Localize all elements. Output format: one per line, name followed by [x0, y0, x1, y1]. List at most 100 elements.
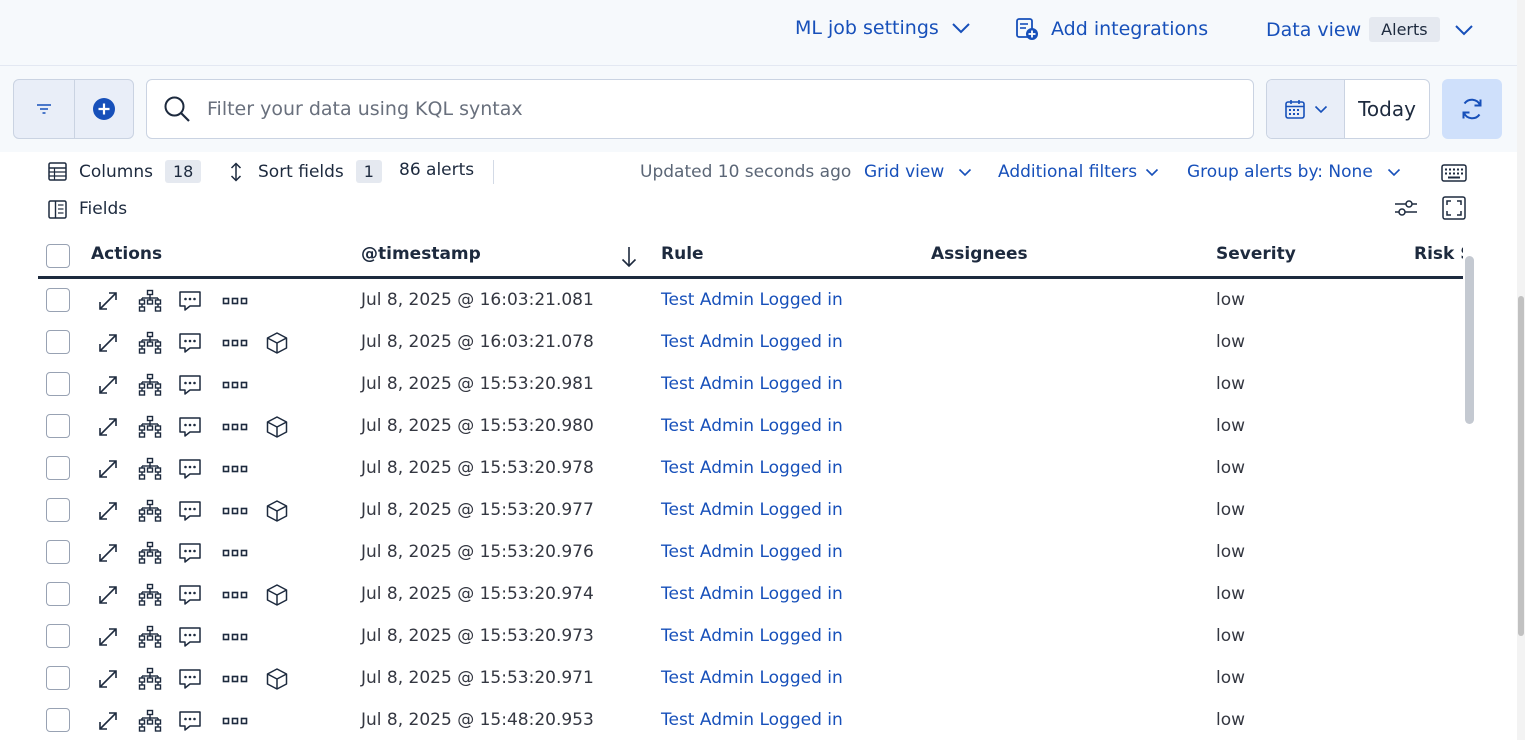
keyboard-shortcuts-button[interactable] [1441, 164, 1467, 182]
comment-icon[interactable] [175, 412, 205, 442]
comment-icon[interactable] [175, 622, 205, 652]
expand-icon[interactable] [93, 664, 123, 694]
rule-link[interactable]: Test Admin Logged in [661, 584, 843, 604]
row-select-checkbox[interactable] [46, 372, 70, 396]
rule-link[interactable]: Test Admin Logged in [661, 710, 843, 730]
column-header-assignees[interactable]: Assignees [931, 244, 1028, 264]
rule-link[interactable]: Test Admin Logged in [661, 458, 843, 478]
analyze-tree-icon[interactable] [135, 664, 165, 694]
table-row[interactable]: Jul 8, 2025 @ 15:53:20.973 Test Admin Log… [38, 616, 1463, 658]
expand-icon[interactable] [93, 538, 123, 568]
more-actions-icon[interactable] [220, 454, 250, 484]
table-row[interactable]: Jul 8, 2025 @ 15:53:20.978 Test Admin Log… [38, 448, 1463, 490]
analyze-tree-icon[interactable] [135, 286, 165, 316]
refresh-button[interactable] [1442, 79, 1502, 139]
expand-icon[interactable] [93, 622, 123, 652]
comment-icon[interactable] [175, 706, 205, 736]
comment-icon[interactable] [175, 370, 205, 400]
fields-button[interactable]: Fields [48, 199, 127, 219]
sort-fields-button[interactable]: Sort fields 1 [228, 160, 382, 183]
expand-icon[interactable] [93, 286, 123, 316]
columns-button[interactable]: Columns 18 [48, 160, 202, 183]
row-select-checkbox[interactable] [46, 456, 70, 480]
analyze-tree-icon[interactable] [135, 454, 165, 484]
expand-icon[interactable] [93, 454, 123, 484]
page-scrollbar-thumb[interactable] [1518, 296, 1524, 636]
comment-icon[interactable] [175, 664, 205, 694]
analyze-tree-icon[interactable] [135, 412, 165, 442]
page-scrollbar[interactable] [1517, 0, 1525, 740]
session-cube-icon[interactable] [262, 496, 292, 526]
ml-job-settings-button[interactable]: ML job settings [795, 17, 971, 39]
table-row[interactable]: Jul 8, 2025 @ 15:53:20.974 Test Admin Log… [38, 574, 1463, 616]
row-select-checkbox[interactable] [46, 540, 70, 564]
table-row[interactable]: Jul 8, 2025 @ 16:03:21.078 Test Admin Log… [38, 322, 1463, 364]
more-actions-icon[interactable] [220, 412, 250, 442]
column-header-risk-score[interactable]: Risk S [1414, 244, 1463, 264]
comment-icon[interactable] [175, 328, 205, 358]
row-select-checkbox[interactable] [46, 624, 70, 648]
analyze-tree-icon[interactable] [135, 496, 165, 526]
kql-search-input[interactable] [207, 98, 1187, 120]
analyze-tree-icon[interactable] [135, 328, 165, 358]
data-view-picker[interactable]: Data view Alerts [1266, 17, 1474, 42]
session-cube-icon[interactable] [262, 412, 292, 442]
more-actions-icon[interactable] [220, 538, 250, 568]
quick-date-menu-button[interactable] [1267, 80, 1345, 138]
table-row[interactable]: Jul 8, 2025 @ 15:53:20.981 Test Admin Log… [38, 364, 1463, 406]
analyze-tree-icon[interactable] [135, 622, 165, 652]
analyze-tree-icon[interactable] [135, 706, 165, 736]
expand-icon[interactable] [93, 328, 123, 358]
rule-link[interactable]: Test Admin Logged in [661, 500, 843, 520]
session-cube-icon[interactable] [262, 580, 292, 610]
comment-icon[interactable] [175, 580, 205, 610]
add-integrations-button[interactable]: Add integrations [1015, 17, 1208, 41]
table-row[interactable]: Jul 8, 2025 @ 15:48:20.953 Test Admin Log… [38, 700, 1463, 742]
add-filter-button[interactable] [73, 80, 134, 138]
comment-icon[interactable] [175, 286, 205, 316]
group-alerts-button[interactable]: Group alerts by: None [1187, 162, 1401, 182]
more-actions-icon[interactable] [220, 706, 250, 736]
more-actions-icon[interactable] [220, 580, 250, 610]
table-scrollbar[interactable] [1465, 256, 1474, 424]
comment-icon[interactable] [175, 538, 205, 568]
comment-icon[interactable] [175, 496, 205, 526]
row-select-checkbox[interactable] [46, 666, 70, 690]
expand-icon[interactable] [93, 580, 123, 610]
column-header-rule[interactable]: Rule [661, 244, 704, 264]
table-row[interactable]: Jul 8, 2025 @ 15:53:20.971 Test Admin Log… [38, 658, 1463, 700]
expand-icon[interactable] [93, 370, 123, 400]
column-header-timestamp[interactable]: @timestamp [361, 244, 481, 264]
sort-descending-icon[interactable] [620, 246, 638, 268]
display-settings-button[interactable] [1394, 198, 1418, 218]
rule-link[interactable]: Test Admin Logged in [661, 374, 843, 394]
rule-link[interactable]: Test Admin Logged in [661, 290, 843, 310]
session-cube-icon[interactable] [262, 664, 292, 694]
select-all-checkbox[interactable] [46, 244, 70, 268]
fullscreen-button[interactable] [1442, 196, 1466, 220]
expand-icon[interactable] [93, 412, 123, 442]
row-select-checkbox[interactable] [46, 330, 70, 354]
filter-menu-button[interactable] [14, 80, 74, 138]
more-actions-icon[interactable] [220, 328, 250, 358]
row-select-checkbox[interactable] [46, 498, 70, 522]
additional-filters-button[interactable]: Additional filters [998, 162, 1159, 182]
comment-icon[interactable] [175, 454, 205, 484]
table-row[interactable]: Jul 8, 2025 @ 15:53:20.976 Test Admin Log… [38, 532, 1463, 574]
rule-link[interactable]: Test Admin Logged in [661, 416, 843, 436]
analyze-tree-icon[interactable] [135, 538, 165, 568]
analyze-tree-icon[interactable] [135, 580, 165, 610]
more-actions-icon[interactable] [220, 286, 250, 316]
more-actions-icon[interactable] [220, 622, 250, 652]
rule-link[interactable]: Test Admin Logged in [661, 668, 843, 688]
more-actions-icon[interactable] [220, 496, 250, 526]
rule-link[interactable]: Test Admin Logged in [661, 332, 843, 352]
more-actions-icon[interactable] [220, 664, 250, 694]
more-actions-icon[interactable] [220, 370, 250, 400]
expand-icon[interactable] [93, 706, 123, 736]
row-select-checkbox[interactable] [46, 582, 70, 606]
table-row[interactable]: Jul 8, 2025 @ 15:53:20.980 Test Admin Log… [38, 406, 1463, 448]
column-header-severity[interactable]: Severity [1216, 244, 1296, 264]
rule-link[interactable]: Test Admin Logged in [661, 626, 843, 646]
grid-view-button[interactable]: Grid view [864, 162, 972, 182]
